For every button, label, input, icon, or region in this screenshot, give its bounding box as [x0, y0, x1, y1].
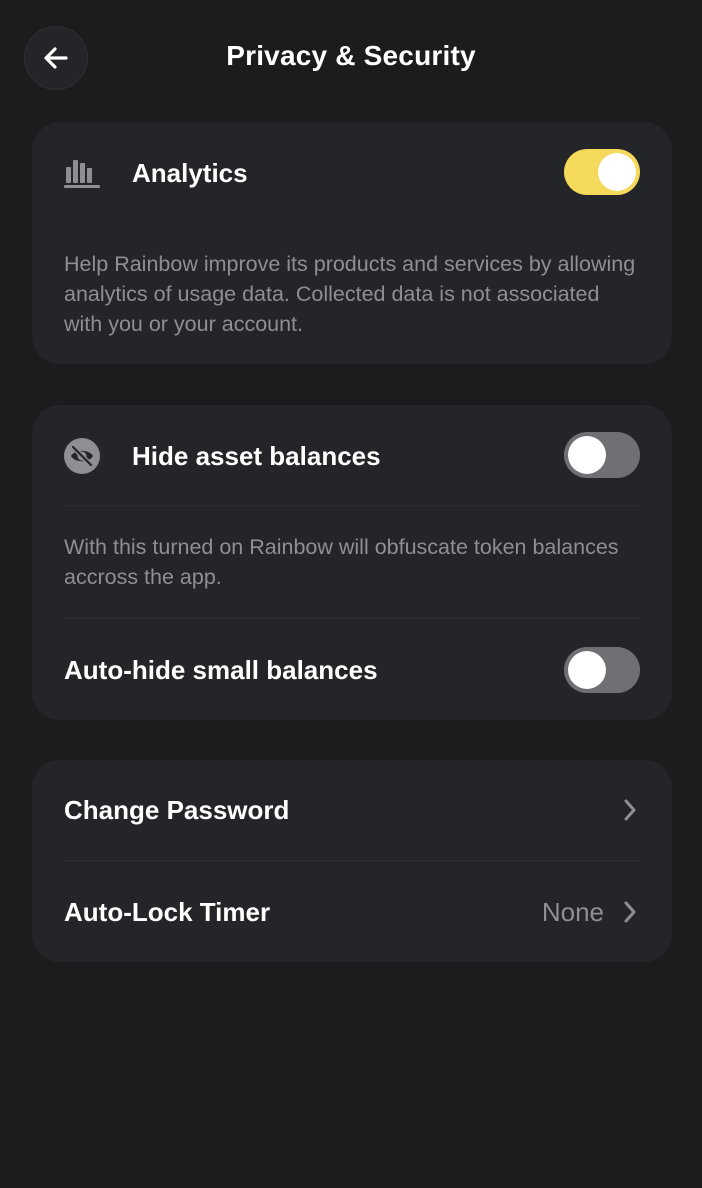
- balances-card: Hide asset balances With this turned on …: [32, 405, 672, 720]
- divider: [64, 505, 640, 506]
- auto-lock-value: None: [541, 897, 604, 927]
- chevron-right-icon: [624, 901, 636, 923]
- bar-chart-icon: [64, 158, 100, 188]
- chevron-right-icon: [624, 799, 636, 821]
- hide-balances-toggle[interactable]: [564, 432, 640, 478]
- auto-lock-label: Auto-Lock Timer: [64, 896, 271, 927]
- analytics-description: Help Rainbow improve its products and se…: [64, 252, 636, 336]
- hide-balances-label: Hide asset balances: [132, 440, 381, 471]
- change-password-label: Change Password: [64, 794, 290, 825]
- toggle-knob: [598, 153, 636, 191]
- analytics-toggle[interactable]: [564, 149, 640, 195]
- auto-hide-toggle[interactable]: [564, 647, 640, 693]
- toggle-knob: [568, 651, 606, 689]
- header: Privacy & Security: [0, 0, 702, 118]
- auto-lock-row[interactable]: Auto-Lock Timer None: [32, 861, 672, 962]
- analytics-label: Analytics: [132, 157, 248, 188]
- hide-balances-description: With this turned on Rainbow will obfusca…: [64, 535, 619, 589]
- security-card: Change Password Auto-Lock Timer None: [32, 760, 672, 962]
- toggle-knob: [568, 436, 606, 474]
- change-password-row[interactable]: Change Password: [32, 760, 672, 860]
- divider: [64, 618, 640, 619]
- analytics-card: Analytics Help Rainbow improve its produ…: [32, 122, 672, 364]
- page-title: Privacy & Security: [226, 40, 476, 71]
- eye-slash-icon: [64, 438, 100, 474]
- auto-hide-label: Auto-hide small balances: [64, 654, 378, 685]
